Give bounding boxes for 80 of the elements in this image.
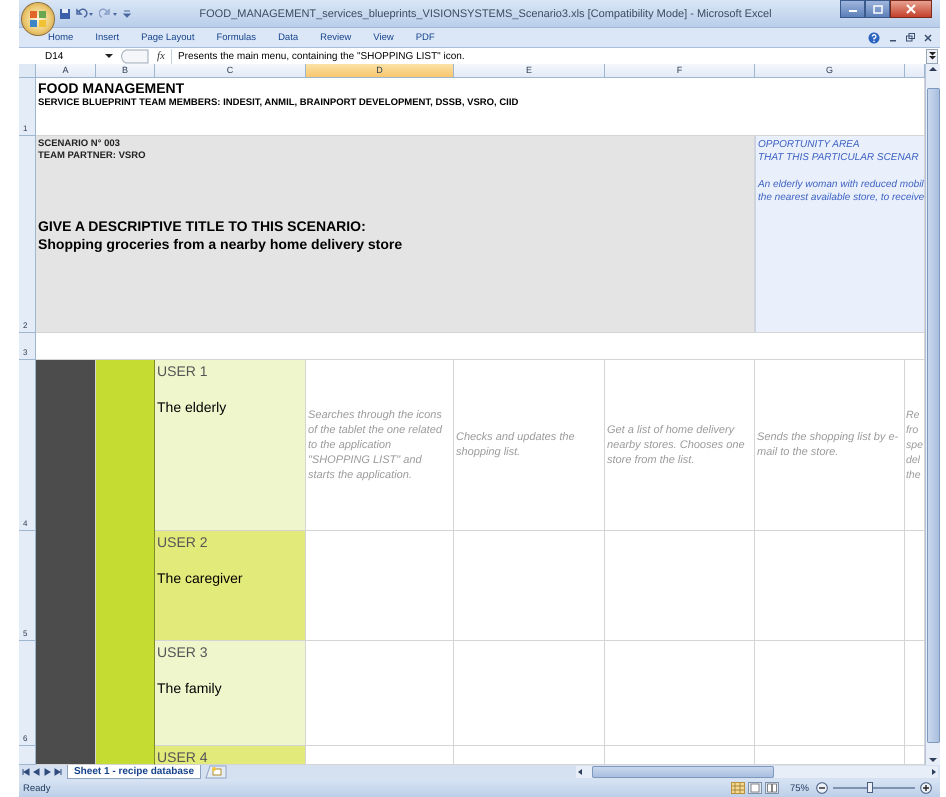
scroll-left-icon[interactable] [576,767,584,777]
column-header[interactable]: B [96,64,155,78]
step-cell: Re fro spe del the [905,360,925,531]
column-header[interactable]: C [155,64,306,78]
user-label: USER 2 [157,534,209,550]
ribbon-tab[interactable]: PDF [404,32,446,43]
zoom-in-icon[interactable] [920,782,932,794]
scroll-thumb[interactable] [592,766,774,778]
column-header[interactable]: A [36,64,96,78]
team-members: SERVICE BLUEPRINT TEAM MEMBERS: INDESIT, ANMIL, BRAINPORT DEVELOPMENT, DSSB, VSRO, CIID [38,96,520,109]
user-label: USER 4 [157,749,209,764]
column-header[interactable]: F [605,64,755,78]
close-button[interactable] [890,0,932,18]
name-box[interactable]: D14 [19,48,119,64]
customize-icon[interactable] [123,8,131,18]
user-label: USER 1 [157,363,209,379]
normal-view-icon[interactable] [730,782,745,794]
sheet-tab[interactable]: Sheet 1 - recipe database [67,765,202,779]
splitter-handle[interactable] [119,48,149,64]
maximize-icon [872,4,882,14]
office-logo-icon [28,9,48,29]
sheet-navigation-icon[interactable] [21,767,63,777]
vertical-scrollbar[interactable] [925,64,940,765]
save-icon[interactable] [59,8,71,20]
office-button[interactable] [22,3,54,35]
row-header[interactable]: 5 [19,531,36,641]
maximize-button[interactable] [865,0,890,18]
row-header[interactable]: 4 [19,360,36,531]
page-break-view-icon[interactable] [764,782,779,794]
table-cell [905,746,925,765]
close-icon [906,4,916,14]
team-partner: TEAM PARTNER: VSRO [38,150,146,162]
step-cell: Checks and updates the shopping list. [454,360,605,531]
ribbon-tab[interactable]: Page Layout [130,32,206,43]
column-header[interactable]: D [306,64,454,78]
user-name: The elderly [157,399,228,415]
column-header[interactable]: G [755,64,905,78]
ribbon-tab[interactable]: Formulas [205,32,268,43]
insert-function-button[interactable]: fx [149,50,171,62]
expand-button[interactable] [926,48,938,64]
row-header[interactable]: 6 [19,641,36,746]
minimize-button[interactable] [840,0,865,18]
column-header[interactable]: E [454,64,605,78]
ribbon-tab[interactable]: View [362,32,405,43]
scenario-number: SCENARIO N° 003 [38,138,121,150]
close-icon[interactable] [924,34,932,42]
restore-icon[interactable] [906,33,915,42]
scroll-thumb[interactable] [926,88,940,743]
user-name: The family [157,680,223,696]
title-prompt: GIVE A DESCRIPTIVE TITLE TO THIS SCENARIO: [38,217,367,235]
redo-icon[interactable] [99,8,119,20]
opportunity-heading: OPPORTUNITY AREA THAT THIS PARTICULAR SCENAR [758,138,920,164]
double-caret-icon [928,52,936,60]
horizontal-scrollbar[interactable] [576,766,938,778]
user-name: The caregiver [157,570,244,586]
zoom-out-icon[interactable] [816,782,828,794]
scenario-title: Shopping groceries from a nearby home delivery store [38,235,404,253]
ribbon-tab[interactable]: Home [48,32,84,43]
insert-sheet-icon[interactable] [205,765,228,779]
step-cell: Get a list of home delivery nearby stores. Chooses one store from the list. [605,360,755,531]
row-header[interactable]: 2 [19,136,36,333]
sheet-title: FOOD MANAGEMENT [38,80,186,96]
status-text: Ready [23,782,50,794]
opportunity-description: An elderly woman with reduced mobil the nearest available store, to receive [758,178,922,204]
dropdown-icon [105,53,113,59]
user-label: USER 3 [157,644,209,660]
ribbon-tab[interactable]: Review [309,32,362,43]
step-cell: Searches through the icons of the tablet the one related to the application "SHOPPING LIST" and starts the application. [306,360,454,531]
page-layout-view-icon[interactable] [748,782,762,794]
row-header[interactable]: 1 [19,78,36,136]
row-header[interactable]: 3 [19,333,36,360]
ribbon-tab[interactable]: Insert [84,32,130,43]
zoom-level[interactable]: 75% [790,782,809,794]
ribbon-tab[interactable]: Data [267,32,310,43]
step-cell: Sends the shopping list by e-mail to the store. [755,360,905,531]
scroll-right-icon[interactable] [930,767,938,777]
undo-icon[interactable] [75,8,95,20]
window-title: FOOD_MANAGEMENT_services_blueprints_VISIONSYSTEMS_Scenario3.xls [Compatibility Mode] - Microsoft Excel [198,8,773,20]
help-icon[interactable] [868,32,880,44]
zoom-slider-thumb[interactable] [866,782,873,793]
